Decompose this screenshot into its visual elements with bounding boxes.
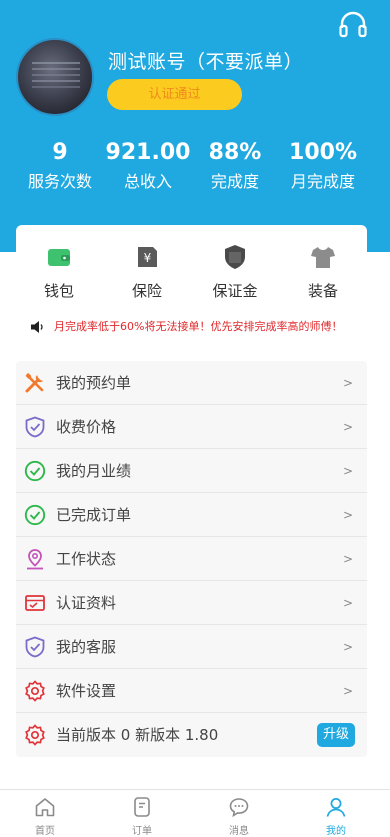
user-icon (326, 798, 346, 817)
menu-item-label: 工作状态 (56, 550, 117, 568)
speaker-icon (31, 321, 43, 333)
tshirt-icon (311, 247, 335, 268)
bottom-tab-bar: 首页 订单 消息 我的 (0, 789, 390, 837)
settings-menu: 我的预约单 > 收费价格 > 我的月业绩 > 已完成订单 > 工作状态 > 认证… (16, 361, 367, 757)
menu-item-label: 软件设置 (56, 682, 117, 700)
location-pin-icon (27, 549, 43, 570)
chevron-right-icon: > (342, 552, 353, 566)
stat-label: 总收入 (123, 172, 172, 191)
check-circle-icon (24, 504, 46, 526)
deposit-icon (225, 245, 245, 269)
stat-value: 921.00 (105, 140, 191, 165)
stat-value: 100% (289, 140, 357, 165)
notice-bar: 月完成率低于60%将无法接单！优先安排完成率高的师傅！ (30, 318, 370, 336)
message-icon (229, 798, 249, 818)
tab-label: 消息 (229, 826, 249, 837)
username: 测试账号（不要派单） (108, 51, 304, 73)
menu-item-label: 我的月业绩 (56, 462, 132, 480)
chevron-right-icon: > (342, 420, 353, 434)
profile-header: 测试账号（不要派单） 认证通过 9 服务次数 921.00 总收入 88% 完成… (0, 0, 390, 252)
menu-item-label: 收费价格 (56, 418, 117, 436)
quick-action-label: 钱包 (43, 282, 74, 300)
quick-action-equipment[interactable]: 装备 (283, 244, 363, 300)
upgrade-button[interactable]: 升级 (317, 723, 355, 747)
menu-item-app-settings[interactable]: 软件设置 > (16, 669, 367, 713)
headset-icon[interactable] (338, 10, 368, 40)
stat-service-count[interactable]: 9 服务次数 (10, 138, 110, 196)
order-icon (134, 797, 150, 817)
tab-home[interactable]: 首页 (15, 796, 75, 837)
avatar[interactable] (16, 38, 94, 116)
stat-value: 88% (208, 140, 262, 165)
menu-item-label: 认证资料 (56, 594, 117, 612)
tab-label: 首页 (35, 826, 55, 837)
chevron-right-icon: > (342, 508, 353, 522)
id-card-icon (25, 595, 45, 611)
tools-icon (25, 373, 44, 393)
quick-action-label: 保证金 (212, 282, 258, 300)
stat-monthly-completion[interactable]: 100% 月完成度 (273, 138, 373, 196)
menu-item-work-status[interactable]: 工作状态 > (16, 537, 367, 581)
shield-check-icon (25, 636, 45, 658)
stat-label: 完成度 (210, 172, 259, 191)
quick-action-label: 保险 (131, 282, 162, 300)
notice-text: 月完成率低于60%将无法接单！优先安排完成率高的师傅！ (54, 320, 343, 333)
insurance-icon: ¥ (138, 247, 157, 267)
menu-item-monthly-performance[interactable]: 我的月业绩 > (16, 449, 367, 493)
chevron-right-icon: > (342, 376, 353, 390)
quick-action-deposit[interactable]: 保证金 (195, 244, 275, 300)
menu-item-pricing[interactable]: 收费价格 > (16, 405, 367, 449)
chevron-right-icon: > (342, 596, 353, 610)
menu-item-completed-orders[interactable]: 已完成订单 > (16, 493, 367, 537)
stats-row: 9 服务次数 921.00 总收入 88% 完成度 100% 月完成度 (0, 138, 390, 198)
menu-item-version: 当前版本 0 新版本 1.80 升级 (16, 713, 367, 757)
chevron-right-icon: > (342, 464, 353, 478)
menu-item-verification[interactable]: 认证资料 > (16, 581, 367, 625)
tab-label: 订单 (132, 826, 152, 837)
chevron-right-icon: > (342, 684, 353, 698)
wallet-icon (48, 249, 70, 266)
menu-item-customer-service[interactable]: 我的客服 > (16, 625, 367, 669)
tab-label: 我的 (326, 826, 346, 837)
tab-profile[interactable]: 我的 (306, 796, 366, 837)
quick-action-label: 装备 (307, 282, 338, 300)
stat-label: 服务次数 (27, 172, 92, 191)
menu-item-label: 已完成订单 (56, 506, 132, 524)
chevron-right-icon: > (342, 640, 353, 654)
check-circle-icon (24, 460, 46, 482)
stat-value: 9 (52, 140, 68, 165)
svg-text:¥: ¥ (144, 251, 152, 265)
menu-item-appointments[interactable]: 我的预约单 > (16, 361, 367, 405)
shield-check-icon (25, 416, 45, 438)
verify-status-badge[interactable]: 认证通过 (107, 79, 242, 110)
home-icon (35, 798, 55, 817)
version-text: 当前版本 0 新版本 1.80 (56, 726, 219, 744)
tab-orders[interactable]: 订单 (112, 796, 172, 837)
menu-item-label: 我的预约单 (56, 374, 132, 392)
gear-icon (25, 680, 45, 702)
menu-item-label: 我的客服 (56, 638, 117, 656)
stat-total-income[interactable]: 921.00 总收入 (98, 138, 198, 196)
stat-completion[interactable]: 88% 完成度 (185, 138, 285, 196)
stat-label: 月完成度 (290, 172, 355, 191)
quick-action-insurance[interactable]: ¥ 保险 (107, 244, 187, 300)
gear-icon (25, 724, 45, 746)
tab-messages[interactable]: 消息 (209, 796, 269, 837)
quick-action-wallet[interactable]: 钱包 (19, 244, 99, 300)
